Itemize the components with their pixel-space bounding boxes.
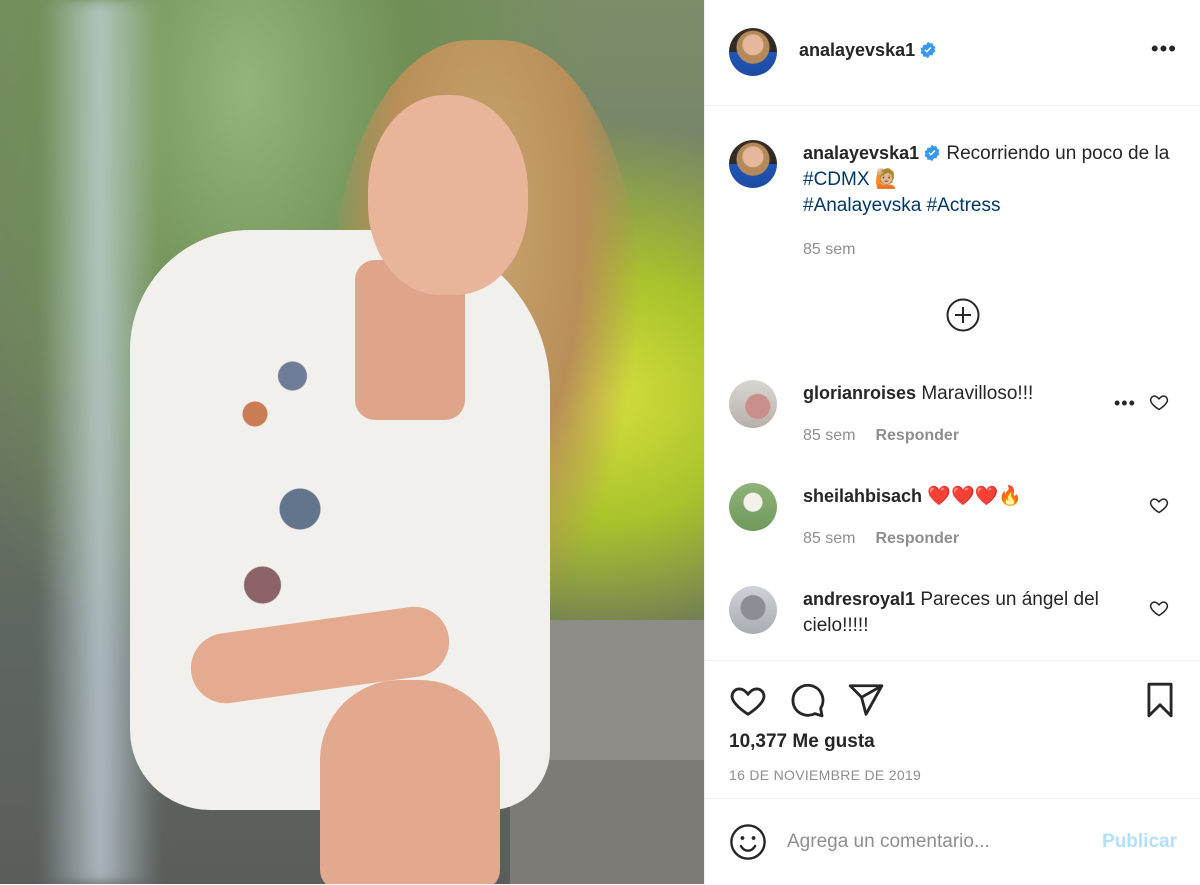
- caption-author-avatar[interactable]: [729, 140, 777, 188]
- share-icon[interactable]: [847, 681, 885, 719]
- heart-icon[interactable]: [729, 681, 767, 719]
- reply-button[interactable]: Responder: [875, 530, 959, 547]
- load-more-comments-icon[interactable]: [946, 298, 980, 332]
- caption-text: Recorriendo un poco de la: [941, 143, 1170, 164]
- reply-button[interactable]: Responder: [875, 427, 959, 444]
- comment-text: ❤️❤️❤️🔥: [922, 486, 1022, 507]
- post-side-panel: analayevska1 ••• analayevska1 Recorriend…: [704, 0, 1200, 884]
- post-header: analayevska1 •••: [705, 0, 1200, 106]
- add-comment-bar: Publicar: [705, 798, 1200, 885]
- comment-item: andresroyal1 Pareces un ángel del cielo!…: [729, 586, 1179, 656]
- post-photo[interactable]: [0, 0, 704, 884]
- comment-like-heart-icon[interactable]: [1149, 392, 1169, 412]
- author-username[interactable]: analayevska1: [799, 40, 915, 60]
- comment-time: 85 sem: [803, 530, 856, 547]
- comment-item: glorianroises Maravilloso!!! 85 sem Respo…: [729, 380, 1179, 450]
- caption-username[interactable]: analayevska1: [803, 143, 919, 163]
- comment-like-heart-icon[interactable]: [1149, 598, 1169, 618]
- verified-badge-icon: [924, 144, 940, 162]
- comment-username[interactable]: andresroyal1: [803, 589, 915, 609]
- post-actions: 10,377 Me gusta 16 DE NOVIEMBRE DE 2019: [705, 660, 1200, 799]
- comment-icon[interactable]: [788, 681, 826, 719]
- hashtags-line[interactable]: #Analayevska #Actress: [803, 195, 1001, 216]
- comment-time: 85 sem: [803, 427, 856, 444]
- comment-text: Maravilloso!!!: [916, 383, 1034, 404]
- comment-input[interactable]: [785, 824, 1089, 860]
- post-date: 16 DE NOVIEMBRE DE 2019: [729, 767, 922, 783]
- caption-emoji: 🙋🏼: [869, 169, 899, 190]
- likes-count[interactable]: 10,377 Me gusta: [729, 731, 875, 753]
- commenter-avatar[interactable]: [729, 586, 777, 634]
- hashtag-cdmx[interactable]: #CDMX: [803, 169, 870, 190]
- author-avatar[interactable]: [729, 28, 777, 76]
- instagram-post-view: analayevska1 ••• analayevska1 Recorriend…: [0, 0, 1200, 884]
- comment-username[interactable]: glorianroises: [803, 383, 916, 403]
- bookmark-icon[interactable]: [1141, 681, 1179, 719]
- more-options-icon[interactable]: •••: [1151, 38, 1177, 60]
- comment-like-heart-icon[interactable]: [1149, 495, 1169, 515]
- comment-more-icon[interactable]: •••: [1114, 394, 1136, 412]
- commenter-avatar[interactable]: [729, 380, 777, 428]
- commenter-avatar[interactable]: [729, 483, 777, 531]
- emoji-icon[interactable]: [729, 823, 767, 861]
- verified-badge-icon: [920, 41, 936, 59]
- caption-time: 85 sem: [803, 241, 856, 258]
- publish-button[interactable]: Publicar: [1102, 831, 1177, 853]
- comment-username[interactable]: sheilahbisach: [803, 486, 922, 506]
- comment-item: sheilahbisach ❤️❤️❤️🔥 85 sem Responder: [729, 483, 1179, 553]
